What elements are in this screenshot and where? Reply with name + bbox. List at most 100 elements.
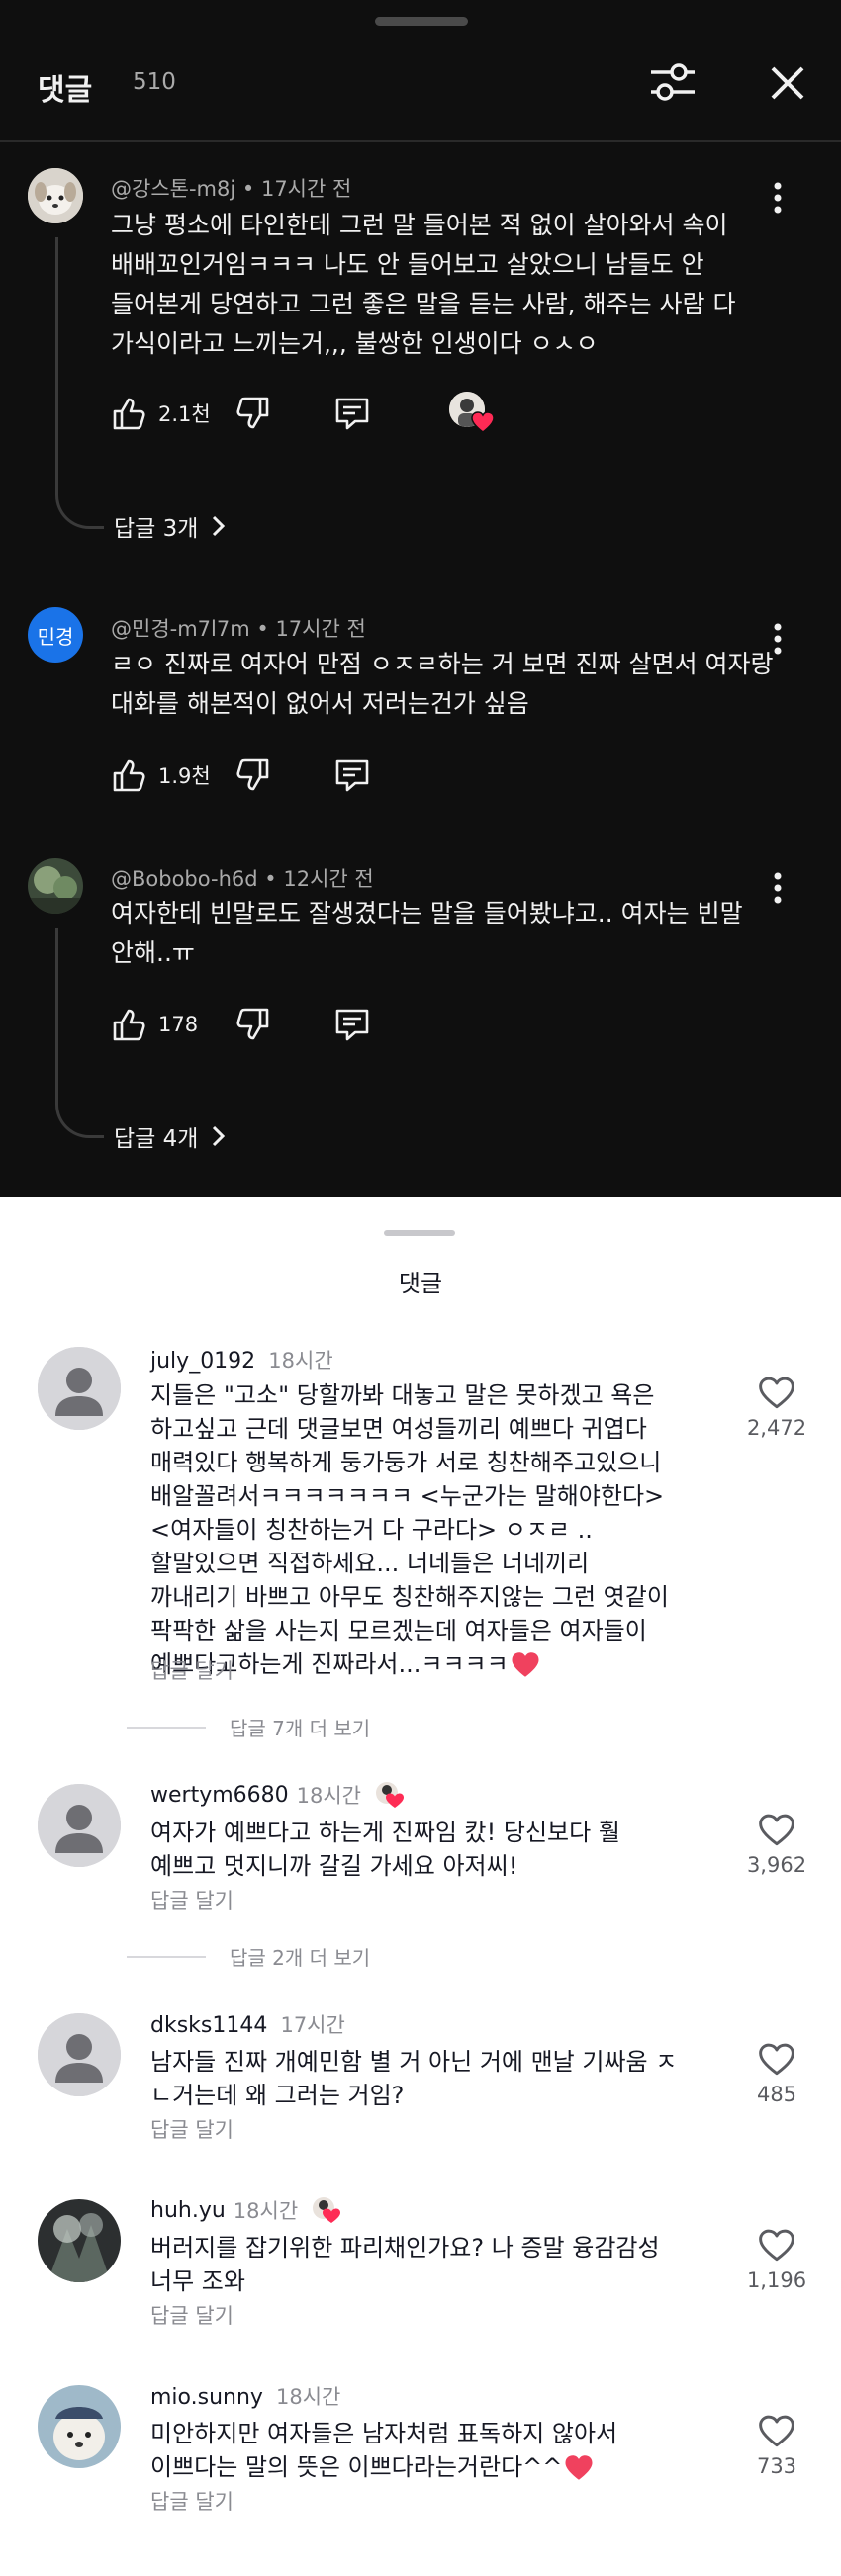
avatar[interactable] — [38, 1784, 121, 1867]
reply-button[interactable]: 답글 달기 — [150, 2114, 234, 2144]
reply-icon[interactable] — [332, 755, 372, 795]
reply-icon[interactable] — [332, 394, 372, 433]
header-divider — [0, 140, 841, 142]
like-icon[interactable] — [109, 394, 148, 433]
dislike-icon[interactable] — [234, 394, 273, 433]
like-count: 178 — [158, 1013, 199, 1036]
youtube-comments-panel: 댓글 510 @강스톤-m8j • 17시간 전 그냥 평소에 타인한테 그런 … — [0, 0, 841, 1197]
comment-author[interactable]: @강스톤-m8j — [111, 177, 235, 201]
comment-text: 버러지를 잡기위한 파리채인가요? 나 증말 융감감성 너무 조와 — [150, 2234, 660, 2295]
comment-header: dksks1144 17시간 — [150, 2009, 345, 2039]
like-icon[interactable] — [109, 1005, 148, 1044]
comment-header: mio.sunny 18시간 — [150, 2381, 340, 2411]
like-control[interactable]: 2,472 — [732, 1375, 821, 1440]
comment-time: 18시간 — [233, 2199, 299, 2223]
dislike-icon[interactable] — [234, 1005, 273, 1044]
close-icon[interactable] — [768, 63, 807, 103]
comment-time: 18시간 — [268, 1349, 333, 1373]
comment-username[interactable]: mio.sunny — [150, 2385, 263, 2410]
heart-outline-icon[interactable] — [732, 2227, 821, 2263]
comment-count: 510 — [133, 69, 176, 95]
divider-line — [127, 1955, 206, 1958]
drag-handle[interactable] — [384, 1230, 455, 1236]
comment-username[interactable]: dksks1144 — [150, 2013, 267, 2038]
comment-text: 여자한테 빈말로도 잘생겼다는 말을 들어봤냐고.. 여자는 빈말 안해..ㅠ — [111, 899, 743, 967]
comment-username[interactable]: huh.yu — [150, 2198, 226, 2223]
drag-handle[interactable] — [375, 17, 468, 26]
view-more-replies-label: 답글 2개 더 보기 — [230, 1946, 371, 1970]
heart-outline-icon[interactable] — [732, 2413, 821, 2448]
avatar[interactable]: 민경 — [28, 607, 83, 663]
heart-outline-icon[interactable] — [732, 1375, 821, 1410]
like-control[interactable]: 485 — [732, 2041, 821, 2106]
comment-text: 미안하지만 여자들은 남자처럼 표독하지 않아서 이쁘다는 말의 뜻은 이쁘다라… — [150, 2420, 618, 2481]
tiktok-comments-sheet: 댓글 july_0192 18시간 지들은 "고소" 당할까봐 대놓고 말은 못… — [0, 1197, 841, 2576]
thread-line — [55, 928, 104, 1138]
heart-emoji-icon — [564, 2454, 594, 2481]
avatar[interactable] — [38, 2199, 121, 2282]
panel-title: 댓글 — [38, 73, 93, 108]
avatar-initials: 민경 — [37, 624, 74, 649]
thread-line — [55, 237, 104, 529]
comment-actions: 1.9천 — [109, 755, 372, 795]
heart-outline-icon[interactable] — [732, 2041, 821, 2077]
like-count: 2.1천 — [158, 402, 211, 426]
chevron-right-icon — [210, 514, 226, 538]
divider-line — [127, 1726, 206, 1729]
view-replies-label: 답글 4개 — [114, 1126, 199, 1152]
avatar[interactable] — [28, 168, 83, 223]
avatar[interactable] — [38, 2013, 121, 2096]
filter-icon[interactable] — [643, 57, 702, 107]
like-count: 1.9천 — [158, 764, 211, 788]
comment-text: ㄹㅇ 진짜로 여자어 만점 ㅇㅈㄹ하는 거 보면 진짜 살면서 여자랑 대화를 … — [111, 650, 774, 718]
comment-time: 18시간 — [296, 1784, 362, 1808]
like-icon[interactable] — [109, 755, 148, 795]
comment-time: 17시간 전 — [260, 177, 352, 201]
dislike-icon[interactable] — [234, 755, 273, 795]
comment-header: wertym6680 18시간 — [150, 1780, 405, 1810]
view-more-replies-label: 답글 7개 더 보기 — [230, 1717, 371, 1740]
comment-header: july_0192 18시간 — [150, 1345, 333, 1375]
sheet-title: 댓글 — [398, 1270, 443, 1297]
comment-time: 17시간 전 — [275, 617, 366, 641]
comment-actions: 178 — [109, 1005, 372, 1044]
view-more-replies[interactable]: 답글 7개 더 보기 — [127, 1713, 370, 1741]
comment-header: huh.yu 18시간 — [150, 2195, 341, 2225]
comment-meta: @민경-m7l7m • 17시간 전 — [111, 617, 366, 641]
heart-icon — [471, 411, 495, 433]
like-count: 1,196 — [746, 2268, 807, 2292]
view-replies-button[interactable]: 답글 4개 — [114, 1119, 226, 1153]
like-control[interactable]: 733 — [732, 2413, 821, 2478]
avatar[interactable] — [38, 2385, 121, 2468]
comment-text: 그냥 평소에 타인한테 그런 말 들어본 적 없이 살아와서 속이 배배꼬인거임… — [111, 211, 736, 358]
view-more-replies[interactable]: 답글 2개 더 보기 — [127, 1942, 370, 1971]
like-count: 2,472 — [746, 1416, 807, 1440]
comment-time: 17시간 — [280, 2013, 345, 2037]
like-control[interactable]: 3,962 — [732, 1812, 821, 1877]
comment-username[interactable]: wertym6680 — [150, 1783, 289, 1808]
like-count: 485 — [756, 2083, 797, 2106]
view-replies-button[interactable]: 답글 3개 — [114, 509, 226, 543]
like-count: 733 — [756, 2454, 797, 2478]
view-replies-label: 답글 3개 — [114, 516, 199, 542]
reply-icon[interactable] — [332, 1005, 372, 1044]
comment-text: 남자들 진짜 개예민함 별 거 아닌 거에 맨날 기싸움 ㅈ ㄴ거는데 왜 그러… — [150, 2048, 678, 2109]
avatar[interactable] — [38, 1347, 121, 1430]
comment-author[interactable]: @Bobobo-h6d — [111, 867, 258, 891]
heart-emoji-icon — [511, 1651, 540, 1678]
creator-heart-badge — [449, 392, 495, 435]
comment-meta: @Bobobo-h6d • 12시간 전 — [111, 867, 374, 891]
reply-button[interactable]: 답글 달기 — [150, 1655, 234, 1685]
comment-time: 12시간 전 — [283, 867, 374, 891]
avatar[interactable] — [28, 858, 83, 914]
like-control[interactable]: 1,196 — [732, 2227, 821, 2292]
reply-button[interactable]: 답글 달기 — [150, 2300, 234, 2330]
comment-author[interactable]: @민경-m7l7m — [111, 617, 250, 641]
reply-button[interactable]: 답글 달기 — [150, 2486, 234, 2516]
creator-liked-icon — [373, 1780, 405, 1810]
reply-button[interactable]: 답글 달기 — [150, 1885, 234, 1914]
heart-outline-icon[interactable] — [732, 1812, 821, 1847]
comment-text: 지들은 "고소" 당할까봐 대놓고 말은 못하겠고 욕은 하고싶고 근데 댓글보… — [150, 1381, 669, 1678]
comment-username[interactable]: july_0192 — [150, 1349, 255, 1374]
comment-time: 18시간 — [276, 2385, 341, 2409]
